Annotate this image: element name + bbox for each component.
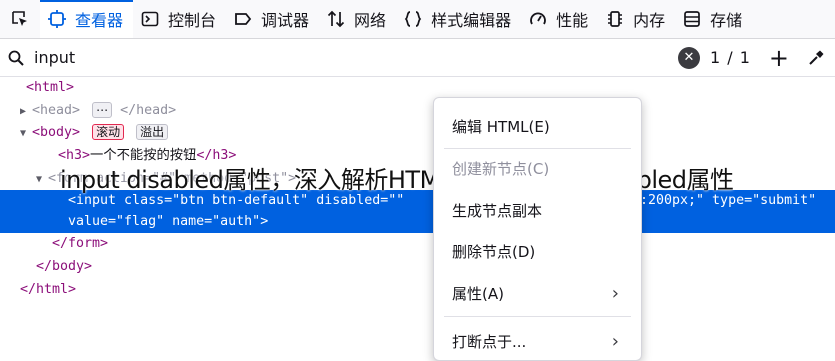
inspector-icon	[46, 8, 68, 30]
menu-item-label: 属性(A)	[452, 284, 504, 303]
menu-item-duplicate-node[interactable]: 生成节点副本	[434, 192, 641, 228]
tag-body-close: </body>	[36, 259, 93, 274]
menu-item-label: 编辑 HTML(E)	[452, 117, 550, 136]
tab-console[interactable]: 控制台	[133, 0, 226, 38]
tree-row-input-selected-cont[interactable]: value="flag" name="auth">	[0, 211, 835, 233]
tag-form-close: </form>	[52, 236, 109, 251]
match-count: 1 / 1	[709, 48, 751, 67]
tab-inspector[interactable]: 查看器	[40, 0, 134, 38]
attr-class-value[interactable]: "btn btn-default"	[172, 193, 308, 208]
attr-style-tail: :200px;"	[640, 193, 705, 208]
menu-item-label: 创建新节点(C)	[452, 159, 550, 178]
memory-icon	[604, 8, 626, 30]
tab-label: 内存	[633, 11, 666, 30]
tree-row-form-close[interactable]: </form>	[0, 233, 835, 255]
menu-item-break-on[interactable]: 打断点于... ›	[434, 323, 641, 359]
clear-search-button[interactable]: ✕	[677, 46, 700, 69]
tree-row-html[interactable]: <html>	[0, 77, 835, 99]
attr-value-value[interactable]: "flag"	[116, 214, 164, 229]
menu-separator	[444, 316, 631, 317]
menu-item-delete-node[interactable]: 删除节点(D)	[434, 233, 641, 269]
tab-label: 控制台	[168, 11, 217, 30]
html-search-bar: input ✕ 1 / 1 +	[0, 39, 835, 77]
tag-html-close: </html>	[20, 282, 77, 297]
network-icon	[325, 8, 347, 30]
menu-item-attributes[interactable]: 属性(A) ›	[434, 275, 641, 311]
tag-html-open: <html>	[26, 80, 75, 95]
eyedropper-icon[interactable]	[807, 49, 825, 67]
tab-storage[interactable]: 存储	[675, 0, 752, 38]
menu-item-label: 打断点于...	[452, 332, 527, 351]
tag-head-open: <head>	[32, 103, 81, 118]
attr-disabled-value[interactable]: ""	[388, 193, 404, 208]
attr-type-value[interactable]: "submit"	[752, 193, 816, 208]
tree-row-head[interactable]: ▶ <head> ⋯ </head>	[0, 100, 835, 122]
scroll-badge[interactable]: 滚动	[92, 124, 125, 140]
tag-body-open: <body>	[32, 125, 81, 140]
menu-item-create-node[interactable]: 创建新节点(C)	[434, 150, 641, 186]
tab-network[interactable]: 网络	[319, 0, 396, 38]
submenu-arrow-icon: ›	[611, 330, 619, 352]
attr-value-name: value=	[68, 214, 117, 229]
add-node-button[interactable]: +	[769, 46, 789, 70]
attr-disabled-name: disabled=	[308, 193, 389, 208]
tag-input-close: >	[260, 214, 269, 229]
tab-label: 查看器	[75, 11, 124, 30]
context-menu: 编辑 HTML(E) 创建新节点(C) 生成节点副本 删除节点(D) 属性(A)…	[433, 97, 642, 361]
tab-debugger[interactable]: 调试器	[226, 0, 319, 38]
tag-head-close: </head>	[120, 103, 177, 118]
tab-label: 样式编辑器	[431, 11, 512, 30]
collapse-icon[interactable]: ▼	[0, 123, 32, 145]
menu-separator	[444, 148, 631, 149]
tag-input-open: <input	[68, 193, 117, 208]
expand-icon[interactable]: ▶	[0, 101, 32, 123]
overflow-badge[interactable]: 溢出	[136, 124, 169, 140]
submenu-arrow-icon: ›	[611, 282, 619, 304]
attr-name-name: name=	[164, 214, 213, 229]
collapse-icon[interactable]: ▼	[0, 169, 48, 191]
tab-label: 网络	[354, 11, 387, 30]
attr-name-value[interactable]: "auth"	[212, 214, 260, 229]
tree-row-html-close[interactable]: </html>	[0, 279, 835, 301]
devtools-toolbar: 查看器 控制台 调试器 网络 样式编辑器 性能 内存 存储	[0, 0, 835, 39]
tree-row-body-close[interactable]: </body>	[0, 256, 835, 278]
tree-row-body[interactable]: ▼ <body> 滚动 溢出	[0, 122, 835, 144]
menu-item-edit-html[interactable]: 编辑 HTML(E)	[434, 108, 641, 144]
search-input[interactable]: input	[34, 48, 678, 67]
storage-icon	[681, 8, 703, 30]
collapsed-ellipsis-badge[interactable]: ⋯	[92, 102, 113, 118]
style-editor-icon	[402, 8, 424, 30]
tab-performance[interactable]: 性能	[521, 0, 598, 38]
debugger-icon	[232, 8, 254, 30]
tab-label: 调试器	[261, 11, 310, 30]
search-icon	[8, 50, 32, 66]
tab-label: 存储	[710, 11, 743, 30]
menu-item-label: 删除节点(D)	[452, 242, 536, 261]
performance-icon	[527, 8, 549, 30]
console-icon	[139, 8, 161, 30]
tab-label: 性能	[556, 11, 589, 30]
attr-type-name: type=	[704, 193, 753, 208]
tab-memory[interactable]: 内存	[598, 0, 675, 38]
menu-item-label: 生成节点副本	[452, 201, 543, 220]
element-picker-button[interactable]	[0, 0, 40, 38]
attr-class-name: class=	[116, 193, 173, 208]
tab-style-editor[interactable]: 样式编辑器	[396, 0, 521, 38]
element-picker-icon	[12, 11, 27, 26]
